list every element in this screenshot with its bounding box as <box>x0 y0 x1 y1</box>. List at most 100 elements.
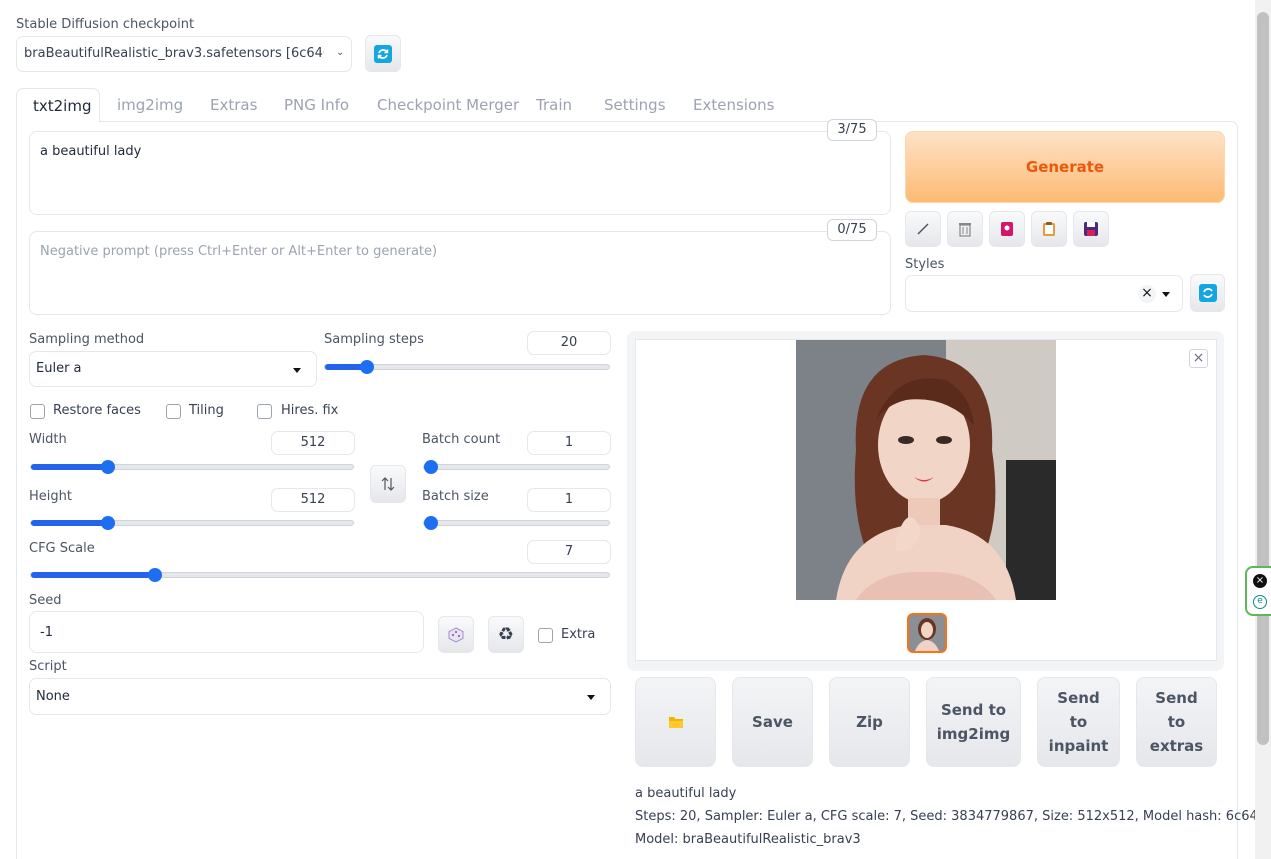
clear-icon[interactable]: × <box>1138 285 1156 303</box>
scrollbar-thumb[interactable] <box>1257 12 1269 745</box>
save-button[interactable]: Save <box>732 677 813 767</box>
open-folder-button[interactable] <box>635 677 716 767</box>
tiling-checkbox[interactable] <box>166 404 181 419</box>
gallery: × <box>635 339 1217 661</box>
height-input[interactable]: 512 <box>271 488 355 512</box>
negative-prompt-placeholder: Negative prompt (press Ctrl+Enter or Alt… <box>40 244 438 259</box>
save-icon <box>1084 222 1098 236</box>
seed-value: -1 <box>40 625 53 640</box>
refresh-icon <box>374 44 392 63</box>
cfg-scale-slider[interactable] <box>30 568 610 582</box>
batch-count-slider[interactable] <box>423 460 610 474</box>
width-label: Width <box>29 432 67 447</box>
generate-label: Generate <box>1025 158 1105 176</box>
slider-thumb[interactable] <box>424 460 438 474</box>
chevron-down-icon: ⌄ <box>336 47 345 58</box>
height-slider[interactable] <box>30 516 354 530</box>
portrait-image <box>796 340 1056 600</box>
slider-thumb[interactable] <box>424 516 438 530</box>
slider-thumb[interactable] <box>360 360 374 374</box>
send-to-img2img-button[interactable]: Send to img2img <box>926 677 1021 767</box>
random-seed-button[interactable] <box>438 616 474 653</box>
dice-icon <box>448 626 464 643</box>
tab-settings[interactable]: Settings <box>604 96 666 122</box>
clipboard-button[interactable] <box>1031 211 1067 247</box>
generation-prompt-info: a beautiful lady <box>635 786 737 801</box>
extra-seed-label: Extra <box>561 627 596 642</box>
restore-faces-checkbox[interactable] <box>30 404 45 419</box>
reuse-seed-button[interactable]: ♻ <box>488 616 524 653</box>
width-input[interactable]: 512 <box>271 431 355 455</box>
refresh-icon <box>1198 284 1217 302</box>
sampling-method-select[interactable]: Euler a <box>29 351 317 387</box>
extension-icon[interactable]: e <box>1253 595 1267 609</box>
tab-txt2img[interactable]: txt2img <box>16 88 100 122</box>
recycle-icon: ♻ <box>497 624 515 645</box>
cfg-scale-label: CFG Scale <box>29 541 95 556</box>
script-select[interactable]: None <box>29 678 611 715</box>
slider-thumb[interactable] <box>101 516 115 530</box>
checkpoint-refresh-button[interactable] <box>365 35 401 72</box>
prompt-token-counter: 3/75 <box>827 119 877 141</box>
clipboard-icon <box>1043 222 1055 236</box>
gallery-thumbnail[interactable] <box>907 613 947 653</box>
batch-size-label: Batch size <box>422 489 489 504</box>
folder-icon <box>668 717 683 728</box>
extra-seed-checkbox[interactable] <box>538 628 553 643</box>
extension-widget[interactable]: × e <box>1245 566 1271 616</box>
chevron-down-icon <box>587 695 595 700</box>
restore-faces-label: Restore faces <box>53 403 141 418</box>
seed-input[interactable]: -1 <box>29 611 424 653</box>
send-to-extras-button[interactable]: Send to extras <box>1136 677 1217 767</box>
trash-button[interactable] <box>947 211 983 247</box>
slider-thumb[interactable] <box>101 460 115 474</box>
send-to-inpaint-button[interactable]: Send to inpaint <box>1037 677 1120 767</box>
script-label: Script <box>29 659 67 674</box>
tab-img2img[interactable]: img2img <box>117 96 183 122</box>
negative-prompt-textarea[interactable]: Negative prompt (press Ctrl+Enter or Alt… <box>29 231 891 315</box>
zip-button[interactable]: Zip <box>829 677 910 767</box>
batch-size-slider[interactable] <box>423 516 610 530</box>
checkpoint-label: Stable Diffusion checkpoint <box>16 17 195 32</box>
styles-refresh-button[interactable] <box>1190 274 1225 312</box>
generation-model-info: Model: braBeautifulRealistic_brav3 <box>635 832 861 847</box>
batch-size-input[interactable]: 1 <box>527 488 611 512</box>
cfg-scale-input[interactable]: 7 <box>527 540 611 564</box>
tab-train[interactable]: Train <box>536 96 572 122</box>
slider-thumb[interactable] <box>148 568 162 582</box>
close-icon[interactable]: × <box>1253 574 1267 588</box>
script-value: None <box>36 689 70 704</box>
chevron-down-icon <box>1162 292 1170 297</box>
swap-icon <box>381 477 395 491</box>
sampling-steps-label: Sampling steps <box>324 332 424 347</box>
tab-checkpoint-merger[interactable]: Checkpoint Merger <box>377 96 519 122</box>
styles-select[interactable]: × <box>905 275 1183 312</box>
tab-extras[interactable]: Extras <box>210 96 257 122</box>
checkpoint-select[interactable]: braBeautifulRealistic_brav3.safetensors … <box>16 36 352 72</box>
negative-token-counter: 0/75 <box>827 219 877 241</box>
hires-fix-label: Hires. fix <box>281 403 339 418</box>
sampling-steps-slider[interactable] <box>324 360 610 374</box>
width-slider[interactable] <box>30 460 354 474</box>
card-button[interactable] <box>989 211 1025 247</box>
prompt-text: a beautiful lady <box>40 144 142 159</box>
page-scrollbar[interactable] <box>1255 0 1271 859</box>
sampling-steps-input[interactable]: 20 <box>527 331 611 355</box>
pencil-button[interactable] <box>905 211 941 247</box>
generate-button[interactable]: Generate <box>905 131 1225 203</box>
tab-extensions[interactable]: Extensions <box>693 96 774 122</box>
swap-dimensions-button[interactable] <box>370 465 406 503</box>
hires-fix-checkbox[interactable] <box>257 404 272 419</box>
sampling-method-label: Sampling method <box>29 332 145 347</box>
save-style-button[interactable] <box>1073 211 1109 247</box>
batch-count-input[interactable]: 1 <box>527 431 611 455</box>
generated-image[interactable] <box>796 340 1056 600</box>
trash-icon <box>959 223 971 237</box>
tab-png-info[interactable]: PNG Info <box>284 96 349 122</box>
prompt-textarea[interactable]: a beautiful lady <box>29 131 891 215</box>
close-image-button[interactable]: × <box>1189 349 1208 368</box>
sampling-method-value: Euler a <box>36 361 82 376</box>
tiling-label: Tiling <box>189 403 224 418</box>
chevron-down-icon <box>293 368 301 373</box>
pencil-icon <box>917 223 929 235</box>
